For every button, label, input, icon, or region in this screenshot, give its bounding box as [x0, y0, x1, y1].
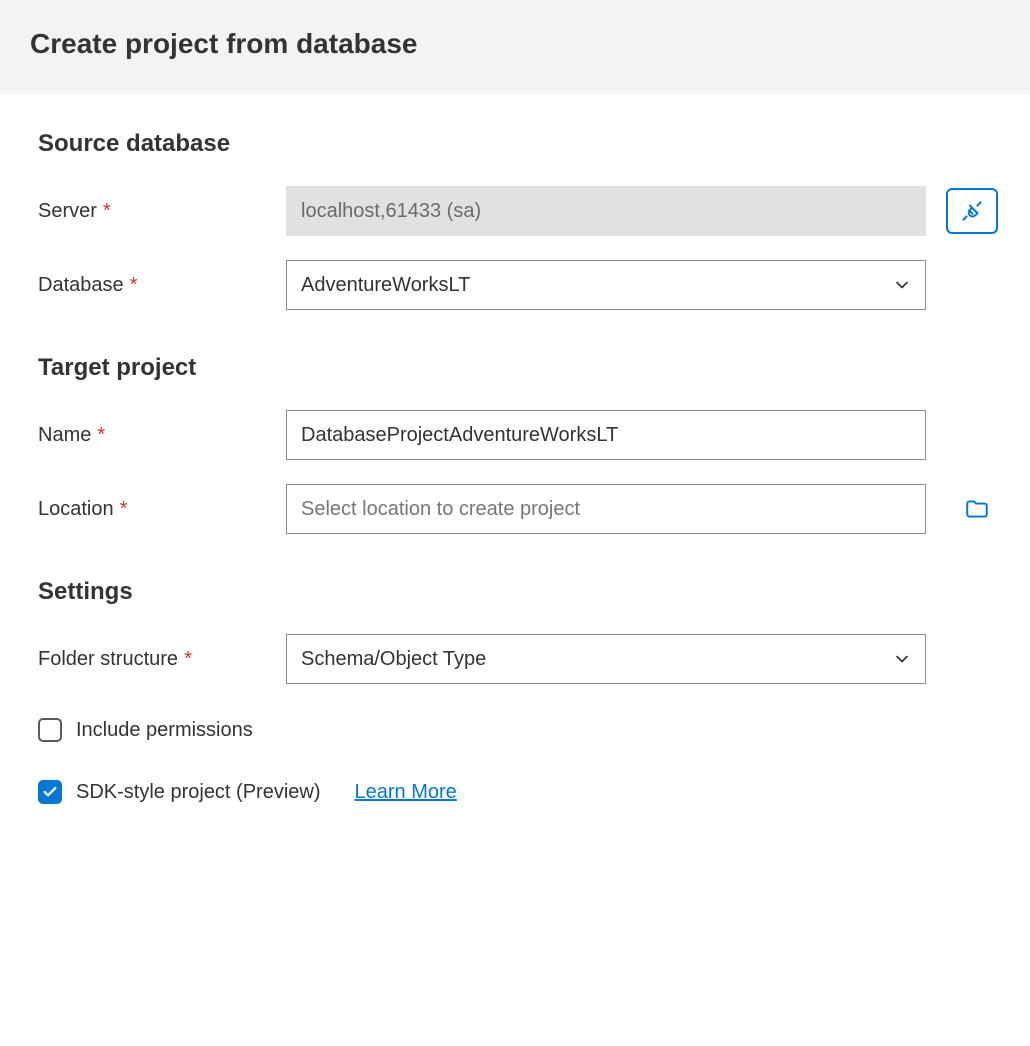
row-location: Location*: [38, 484, 992, 534]
folder-structure-label: Folder structure*: [38, 648, 286, 671]
required-marker: *: [130, 274, 138, 296]
browse-button[interactable]: [962, 496, 992, 522]
include-permissions-checkbox[interactable]: [38, 718, 62, 742]
folder-structure-select[interactable]: [286, 634, 926, 684]
row-database: Database*: [38, 260, 992, 310]
required-marker: *: [120, 498, 128, 520]
connect-button[interactable]: [946, 188, 998, 234]
database-select[interactable]: [286, 260, 926, 310]
database-label: Database*: [38, 274, 286, 297]
row-folder-structure: Folder structure*: [38, 634, 992, 684]
include-permissions-label: Include permissions: [76, 719, 253, 742]
database-select-wrap: [286, 260, 926, 310]
row-sdk-style: SDK-style project (Preview) Learn More: [38, 780, 992, 804]
server-input: [286, 186, 926, 236]
folder-icon: [962, 496, 992, 522]
dialog-title: Create project from database: [30, 28, 1000, 60]
server-label: Server*: [38, 200, 286, 223]
name-input[interactable]: [286, 410, 926, 460]
sdk-style-label: SDK-style project (Preview): [76, 781, 321, 804]
required-marker: *: [97, 424, 105, 446]
sdk-style-checkbox[interactable]: [38, 780, 62, 804]
section-target-heading: Target project: [38, 354, 992, 382]
location-label: Location*: [38, 498, 286, 521]
dialog-body: Source database Server* Database* Ta: [0, 94, 1030, 844]
name-label: Name*: [38, 424, 286, 447]
plug-icon: [959, 198, 985, 224]
row-server: Server*: [38, 186, 992, 236]
required-marker: *: [103, 200, 111, 222]
row-name: Name*: [38, 410, 992, 460]
row-include-permissions: Include permissions: [38, 718, 992, 742]
section-source-heading: Source database: [38, 130, 992, 158]
learn-more-link[interactable]: Learn More: [355, 781, 457, 804]
check-icon: [42, 784, 58, 800]
required-marker: *: [184, 648, 192, 670]
folder-structure-select-wrap: [286, 634, 926, 684]
section-settings-heading: Settings: [38, 578, 992, 606]
location-input[interactable]: [286, 484, 926, 534]
dialog-header: Create project from database: [0, 0, 1030, 94]
